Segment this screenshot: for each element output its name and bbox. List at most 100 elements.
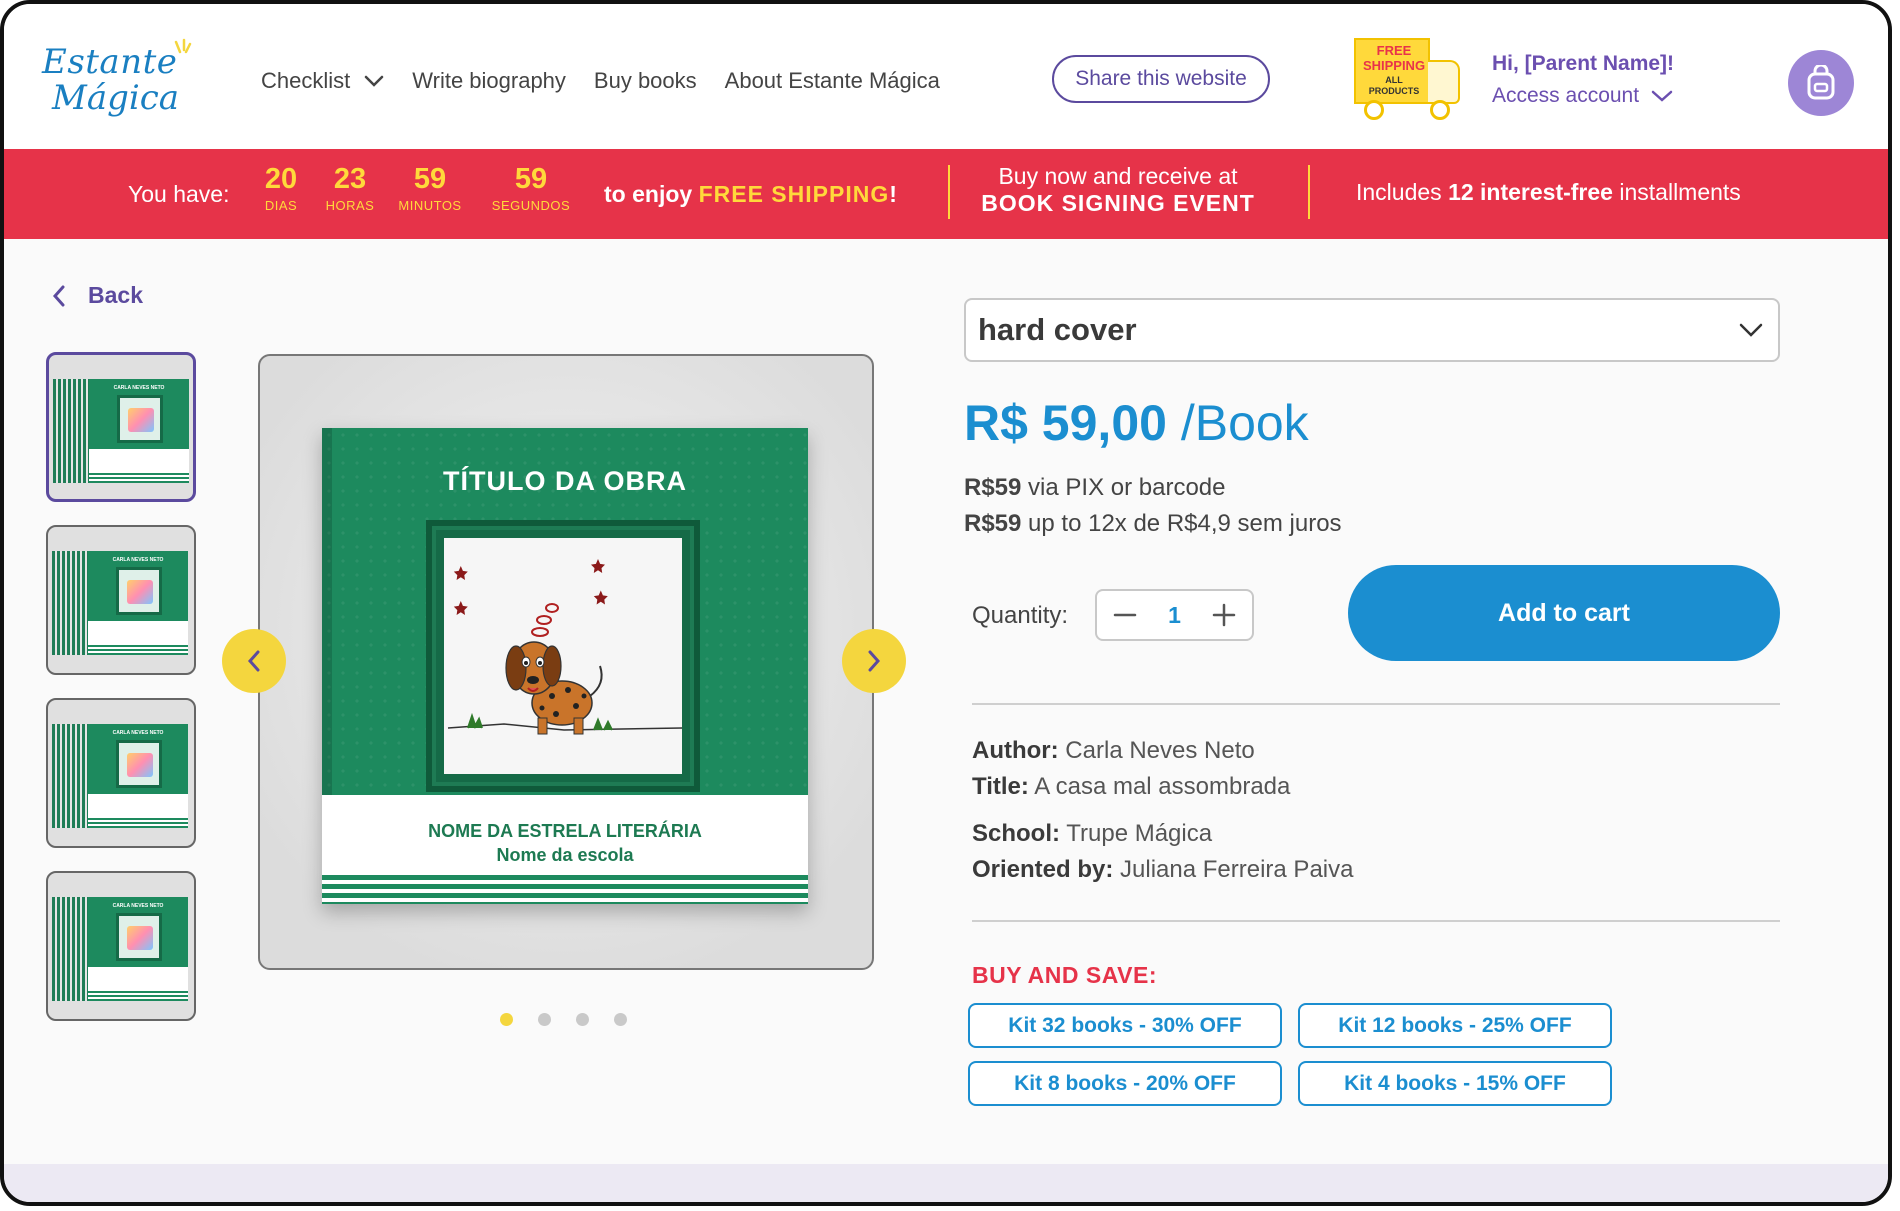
gallery-thumb[interactable]: CARLA NEVES NETO [46,525,196,675]
pagination-dot[interactable] [538,1013,551,1026]
thumb-cover-bottom [88,794,188,818]
nav-about[interactable]: About Estante Mágica [725,68,940,94]
minus-icon[interactable] [1113,603,1137,627]
book-star-name: NOME DA ESTRELA LITERÁRIA [428,821,702,841]
installments-prefix: Includes [1356,179,1449,205]
pix-text: via PIX or barcode [1021,474,1226,501]
countdown-hours-value: 23 [333,163,367,195]
pagination-dot[interactable] [614,1013,627,1026]
nav-buy-books[interactable]: Buy books [594,68,697,94]
countdown-minutes-value: 59 [413,163,447,195]
thumb-stripes [89,473,189,483]
countdown-days: 20 DIAS [256,163,306,213]
countdown-seconds-unit: SEGUNDOS [491,198,571,213]
nav-checklist-label: Checklist [261,68,351,93]
nav-write-biography[interactable]: Write biography [412,68,566,94]
installments-message: Includes 12 interest-free installments [1356,179,1741,206]
thumb-stripes [88,991,188,1001]
shipping-box: FREE SHIPPING ALL PRODUCTS [1354,38,1430,104]
thumb-book-cover: CARLA NEVES NETO [88,897,188,1001]
you-have-label: You have: [128,181,230,207]
free-shipping-message: to enjoy FREE SHIPPING! [604,181,897,208]
thumb-stripes [88,645,188,655]
pagination-dot[interactable] [500,1013,513,1026]
price-unit: /Book [1166,395,1309,451]
enjoy-prefix: to enjoy [604,181,699,207]
shipping-text: FREE SHIPPING ALL PRODUCTS [1356,44,1432,96]
countdown-seconds: 59 SEGUNDOS [488,163,574,213]
chevron-left-icon [247,650,260,672]
thumb-illustration [117,395,163,443]
thumb-illustration [116,913,162,961]
thumb-author: CARLA NEVES NETO [113,385,165,391]
thumb-author: CARLA NEVES NETO [112,557,164,563]
site-logo[interactable]: Estante Mágica [42,38,192,122]
backpack-icon [1807,65,1835,100]
book-illustration [444,538,682,774]
plus-icon[interactable] [1212,603,1236,627]
school-label: School: [972,820,1060,847]
thumb-cover-bottom [88,621,188,645]
cart-button[interactable] [1788,50,1854,116]
gallery-thumb[interactable]: CARLA NEVES NETO [46,871,196,1021]
countdown-hours: 23 HORAS [320,163,380,213]
installment-price: R$59 [964,510,1022,537]
promo-banner: You have: 20 DIAS 23 HORAS 59 MINUTOS 59… [4,149,1888,239]
thumb-stack [52,897,92,1001]
access-account-link[interactable]: Access account [1492,84,1674,108]
kit-32-button[interactable]: Kit 32 books - 30% OFF [968,1003,1282,1048]
kit-8-button[interactable]: Kit 8 books - 20% OFF [968,1061,1282,1106]
quantity-value[interactable]: 1 [1168,602,1181,629]
school-row: School: Trupe Mágica [972,820,1212,848]
gallery-prev-button[interactable] [222,629,286,693]
author-row: Author: Carla Neves Neto [972,737,1255,765]
author-value: Carla Neves Neto [1058,737,1255,764]
thumb-illustration [116,567,162,615]
divider [972,920,1780,922]
kit-4-button[interactable]: Kit 4 books - 15% OFF [1298,1061,1612,1106]
countdown-days-value: 20 [264,163,298,195]
gallery-thumb[interactable]: CARLA NEVES NETO [46,352,196,502]
divider [972,703,1780,705]
gallery-pagination [500,1013,652,1026]
oriented-label: Oriented by: [972,856,1114,883]
enjoy-highlight: FREE SHIPPING [698,181,890,207]
truck-wheel-icon [1430,100,1450,120]
shipping-all: ALL [1385,75,1403,85]
installments-suffix: installments [1612,179,1741,205]
shipping-free: FREE [1376,43,1412,58]
gallery-next-button[interactable] [842,629,906,693]
signing-line-1: Buy now and receive at [998,163,1238,189]
app-window: Estante Mágica Checklist Write biography… [0,0,1892,1206]
title-row: Title: A casa mal assombrada [972,773,1290,801]
banner-divider [948,165,950,219]
gallery-thumb[interactable]: CARLA NEVES NETO [46,698,196,848]
product-price: R$ 59,00 /Book [964,394,1309,452]
logo-word-1: Estante [42,42,178,82]
quantity-stepper: 1 [1095,589,1254,641]
share-website-button[interactable]: Share this website [1052,55,1270,103]
nav-checklist[interactable]: Checklist [261,68,384,94]
greeting-text: Hi, [Parent Name]! [1492,52,1675,75]
account-area: Hi, [Parent Name]! Access account [1492,52,1674,108]
book-signing-message: Buy now and receive at BOOK SIGNING EVEN… [968,163,1268,217]
signing-line-2: BOOK SIGNING EVENT [981,190,1255,216]
cover-type-value: hard cover [978,312,1137,347]
pagination-dot[interactable] [576,1013,589,1026]
payment-installments: R$59 up to 12x de R$4,9 sem juros [964,510,1342,538]
thumb-stack [52,724,92,828]
chevron-left-icon [52,285,65,306]
payment-pix: R$59 via PIX or barcode [964,474,1225,502]
thumb-book-cover: CARLA NEVES NETO [88,551,188,655]
add-to-cart-button[interactable]: Add to cart [1348,565,1780,661]
main-nav: Checklist Write biography Buy books Abou… [261,68,968,94]
chevron-right-icon [868,650,881,672]
book-illustration-frame [426,520,700,792]
kit-12-button[interactable]: Kit 12 books - 25% OFF [1298,1003,1612,1048]
footer-band [4,1164,1888,1202]
back-link[interactable]: Back [52,282,143,309]
cover-type-select[interactable]: hard cover [964,298,1780,362]
chevron-down-icon [365,75,384,87]
banner-divider [1308,165,1310,219]
site-header: Estante Mágica Checklist Write biography… [4,4,1888,149]
